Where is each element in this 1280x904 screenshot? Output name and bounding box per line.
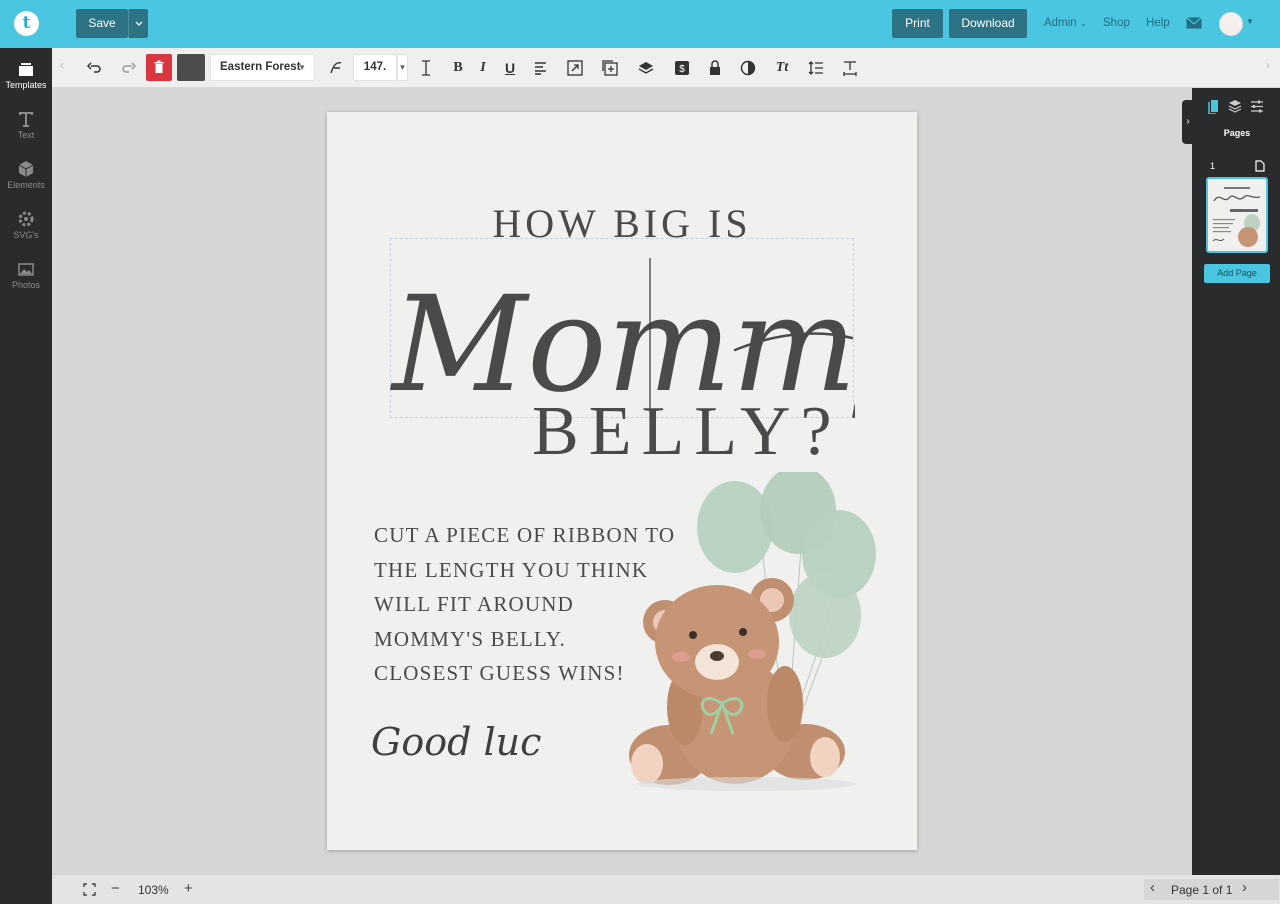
font-family-select[interactable]: Eastern Forest ▼: [210, 54, 315, 81]
signoff-script[interactable]: Good luck!: [371, 700, 541, 775]
shop-link[interactable]: Shop: [1103, 17, 1130, 29]
align-left-icon[interactable]: [531, 58, 551, 78]
layers-icon[interactable]: [636, 58, 656, 78]
left-sidebar: Templates Text Elements SVG's Photos: [0, 48, 52, 904]
sidebar-item-elements[interactable]: Elements: [0, 160, 52, 204]
font-style-icon[interactable]: [326, 58, 346, 78]
chevron-down-icon[interactable]: ▼: [1246, 17, 1254, 26]
trash-icon: [154, 60, 164, 73]
previous-page-icon[interactable]: ‹: [1150, 879, 1155, 896]
layers-panel-icon[interactable]: [1228, 99, 1242, 114]
save-options-button[interactable]: [128, 9, 148, 38]
save-button[interactable]: Save: [76, 9, 128, 38]
settings-sliders-icon[interactable]: [1250, 99, 1264, 114]
delete-button[interactable]: [146, 54, 172, 81]
page-number: 1: [1210, 161, 1216, 171]
resize-icon[interactable]: [565, 58, 585, 78]
font-size-dropdown[interactable]: ▼: [397, 54, 408, 81]
text-transform-icon[interactable]: Tt: [772, 58, 792, 78]
admin-menu[interactable]: Admin ⌄: [1044, 17, 1087, 29]
help-link[interactable]: Help: [1146, 17, 1170, 29]
text-icon: [19, 112, 33, 127]
zoom-level: 103%: [138, 883, 169, 897]
fit-screen-icon[interactable]: [83, 883, 96, 896]
svg-text:$: $: [679, 64, 685, 75]
design-page[interactable]: HOW BIG IS Mommy's BELLY? CUT A PIECE OF…: [327, 112, 917, 850]
font-family-value: Eastern Forest: [220, 61, 301, 73]
page-options-icon[interactable]: [1255, 160, 1265, 172]
italic-icon[interactable]: I: [473, 58, 493, 78]
signoff-text: Good luck!: [371, 720, 541, 764]
script-heading[interactable]: Mommy's: [390, 238, 855, 418]
avatar[interactable]: [1219, 12, 1243, 36]
bold-icon[interactable]: B: [448, 58, 468, 78]
opacity-icon[interactable]: [738, 58, 758, 78]
chevron-right-icon: ›: [1186, 116, 1190, 127]
letter-spacing-icon[interactable]: [840, 58, 860, 78]
sidebar-item-photos[interactable]: Photos: [0, 260, 52, 304]
page-thumbnail[interactable]: [1206, 177, 1268, 253]
download-button[interactable]: Download: [949, 9, 1027, 38]
teddy-bear-balloons-illustration[interactable]: [607, 472, 897, 797]
underline-icon[interactable]: U: [500, 58, 520, 78]
mail-icon[interactable]: [1186, 17, 1202, 29]
text-color-swatch[interactable]: [177, 54, 205, 81]
thumbnail-preview: [1212, 187, 1261, 247]
chevron-down-icon: ▼: [298, 63, 306, 72]
templates-icon: [19, 63, 33, 76]
duplicate-icon[interactable]: [600, 58, 620, 78]
sidebar-item-label: SVG's: [13, 230, 39, 240]
lock-icon[interactable]: [705, 58, 725, 78]
bottom-bar: − 103% + ‹ Page 1 of 1 ›: [52, 875, 1280, 904]
page-indicator: Page 1 of 1: [1171, 883, 1233, 897]
formatting-toolbar: ‹ Eastern Forest ▼ 147. ▼ B I U $ Tt ›: [52, 48, 1280, 88]
sidebar-item-templates[interactable]: Templates: [0, 60, 52, 104]
panel-title: Pages: [1223, 128, 1251, 138]
admin-label: Admin: [1044, 17, 1077, 29]
sidebar-item-text[interactable]: Text: [0, 110, 52, 154]
text-height-icon[interactable]: [416, 58, 436, 78]
sidebar-item-svgs[interactable]: SVG's: [0, 210, 52, 254]
svg-icon: [18, 211, 34, 227]
font-size-input[interactable]: 147.: [353, 54, 397, 81]
redo-icon[interactable]: [118, 58, 138, 78]
scroll-left-icon[interactable]: ‹: [60, 58, 64, 72]
chevron-down-icon: [135, 21, 142, 26]
sidebar-item-label: Photos: [11, 280, 41, 290]
top-bar: t Save Print Download Admin ⌄ Shop Help …: [0, 0, 1280, 48]
add-page-button[interactable]: Add Page: [1204, 264, 1270, 283]
heading-belly[interactable]: BELLY?: [532, 392, 842, 472]
scroll-right-icon[interactable]: ›: [1266, 58, 1270, 72]
sidebar-item-label: Elements: [7, 180, 45, 190]
sidebar-item-label: Text: [17, 130, 35, 140]
next-page-icon[interactable]: ›: [1242, 879, 1247, 896]
zoom-in-icon[interactable]: +: [184, 880, 193, 897]
zoom-out-icon[interactable]: −: [111, 880, 120, 897]
sidebar-item-label: Templates: [5, 80, 47, 90]
undo-icon[interactable]: [85, 58, 105, 78]
print-button[interactable]: Print: [892, 9, 943, 38]
photos-icon: [18, 263, 34, 276]
pages-icon[interactable]: [1207, 99, 1221, 114]
app-logo[interactable]: t: [14, 11, 39, 36]
line-spacing-icon[interactable]: [806, 58, 826, 78]
dollar-icon[interactable]: $: [672, 58, 692, 78]
panel-collapse-tab[interactable]: ›: [1182, 100, 1194, 144]
elements-icon: [18, 161, 34, 177]
chevron-down-icon: ⌄: [1079, 19, 1087, 28]
